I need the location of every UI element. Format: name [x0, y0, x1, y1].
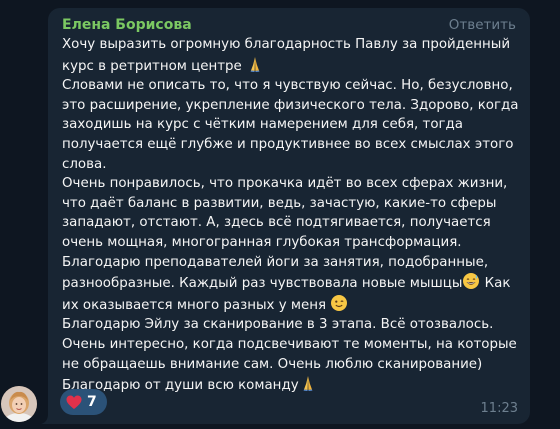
sender-name[interactable]: Елена Борисова	[62, 16, 192, 34]
message-text-part: Благодарю Эйлу за сканирование в 3 этапа…	[62, 317, 517, 394]
reaction-count: 7	[87, 394, 97, 410]
praying-hands-icon	[246, 55, 264, 73]
reaction-heart-button[interactable]: 7	[60, 389, 107, 415]
message-text-part: Хочу выразить огромную благодарность Пав…	[62, 37, 511, 74]
message-text-part: Словами не описать то, что я чувствую се…	[62, 78, 519, 292]
red-heart-icon	[66, 395, 82, 409]
avatar-photo	[1, 386, 37, 422]
reply-button[interactable]: Ответить	[449, 16, 516, 34]
avatar[interactable]	[1, 386, 37, 422]
message-bubble[interactable]: Елена Борисова Ответить Хочу выразить ог…	[48, 8, 530, 424]
message-text: Хочу выразить огромную благодарность Пав…	[62, 35, 522, 396]
praying-hands-icon	[299, 374, 317, 392]
message-time: 11:23	[480, 401, 518, 416]
chat-view: Елена Борисова Ответить Хочу выразить ог…	[0, 0, 560, 429]
winking-icon	[330, 294, 348, 312]
grinning-sweat-icon	[462, 272, 480, 290]
